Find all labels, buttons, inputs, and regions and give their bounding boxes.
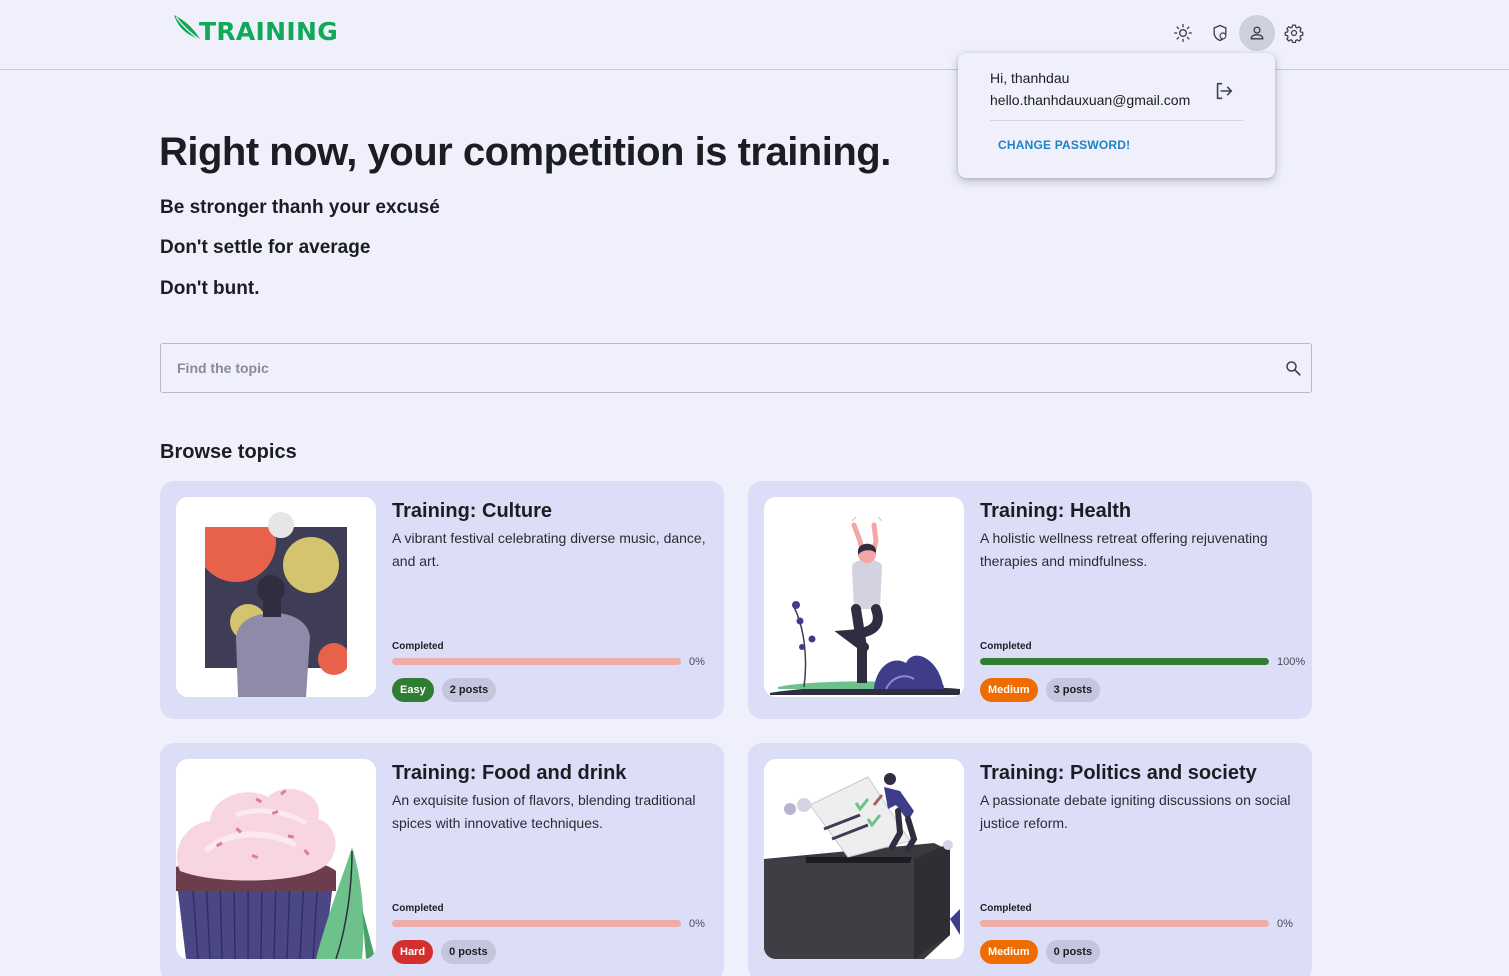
yoga-illustration: [764, 497, 964, 697]
completed-label: Completed: [392, 641, 444, 652]
topic-title: Training: Food and drink: [392, 762, 627, 784]
posts-count-badge: 3 posts: [1045, 678, 1101, 702]
theme-shield-icon: [1213, 24, 1227, 42]
topic-title: Training: Politics and society: [980, 762, 1257, 784]
progress-percent: 0%: [689, 656, 705, 668]
theme-palette-button[interactable]: [1202, 15, 1238, 51]
theme-toggle-button[interactable]: [1165, 15, 1201, 51]
cupcake-illustration: [176, 759, 376, 959]
user-greeting: Hi, thanhdau: [990, 70, 1070, 86]
user-icon: [1250, 26, 1264, 40]
search-input[interactable]: [161, 344, 1261, 392]
progress-percent: 0%: [1277, 918, 1293, 930]
top-bar: TRAINING: [0, 0, 1509, 70]
section-heading: Browse topics: [160, 441, 297, 463]
tagline: Don't settle for average: [160, 237, 371, 258]
user-menu: Hi, thanhdau hello.thanhdauxuan@gmail.co…: [958, 53, 1275, 178]
progress-bar: [980, 920, 1269, 927]
completed-label: Completed: [392, 903, 444, 914]
user-email: hello.thanhdauxuan@gmail.com: [990, 92, 1191, 108]
search-icon[interactable]: [1284, 359, 1302, 377]
gear-icon: [1284, 24, 1304, 43]
topic-description: An exquisite fusion of flavors, blending…: [392, 792, 696, 831]
sun-icon: [1174, 24, 1192, 42]
ballot-illustration: [764, 759, 964, 959]
tagline: Don't bunt.: [160, 278, 260, 299]
posts-count-badge: 0 posts: [441, 940, 496, 964]
topic-card[interactable]: Training: Politics and society A passion…: [748, 743, 1312, 976]
culture-illustration: [176, 497, 376, 697]
completed-label: Completed: [980, 641, 1032, 652]
posts-count-badge: 2 posts: [441, 678, 497, 702]
progress-bar: [980, 658, 1269, 665]
progress-percent: 0%: [689, 918, 705, 930]
topic-description: A holistic wellness retreat offering rej…: [980, 530, 1268, 569]
topic-title: Training: Health: [980, 500, 1132, 522]
topic-title: Training: Culture: [392, 500, 552, 522]
account-button[interactable]: [1239, 15, 1275, 51]
search-box: [160, 343, 1312, 393]
progress-percent: 100%: [1277, 656, 1306, 668]
topic-card[interactable]: Training: Culture A vibrant festival cel…: [160, 481, 724, 719]
logo[interactable]: TRAINING: [172, 13, 338, 47]
topic-card[interactable]: Training: Food and drink An exquisite fu…: [160, 743, 724, 976]
header-actions: [1165, 15, 1313, 51]
logout-icon[interactable]: [1213, 80, 1235, 102]
difficulty-badge: Easy: [392, 678, 434, 702]
progress-bar: [392, 920, 681, 927]
completed-label: Completed: [980, 903, 1032, 914]
tagline: Be stronger thanh your excusé: [160, 197, 440, 218]
menu-divider: [990, 120, 1243, 121]
logo-text: TRAINING: [199, 17, 339, 46]
difficulty-badge: Medium: [980, 678, 1038, 702]
progress-bar: [392, 658, 681, 665]
topic-card[interactable]: Training: Health A holistic wellness ret…: [748, 481, 1312, 719]
difficulty-badge: Medium: [980, 940, 1038, 964]
difficulty-badge: Hard: [392, 940, 434, 964]
settings-button[interactable]: [1276, 15, 1312, 51]
posts-count-badge: 0 posts: [1045, 940, 1101, 964]
page-title: Right now, your competition is training.: [159, 130, 891, 174]
change-password-button[interactable]: CHANGE PASSWORD!: [998, 138, 1130, 152]
leaf-icon: [174, 15, 200, 40]
topic-description: A passionate debate igniting discussions…: [980, 792, 1291, 831]
topic-description: A vibrant festival celebrating diverse m…: [392, 530, 706, 569]
